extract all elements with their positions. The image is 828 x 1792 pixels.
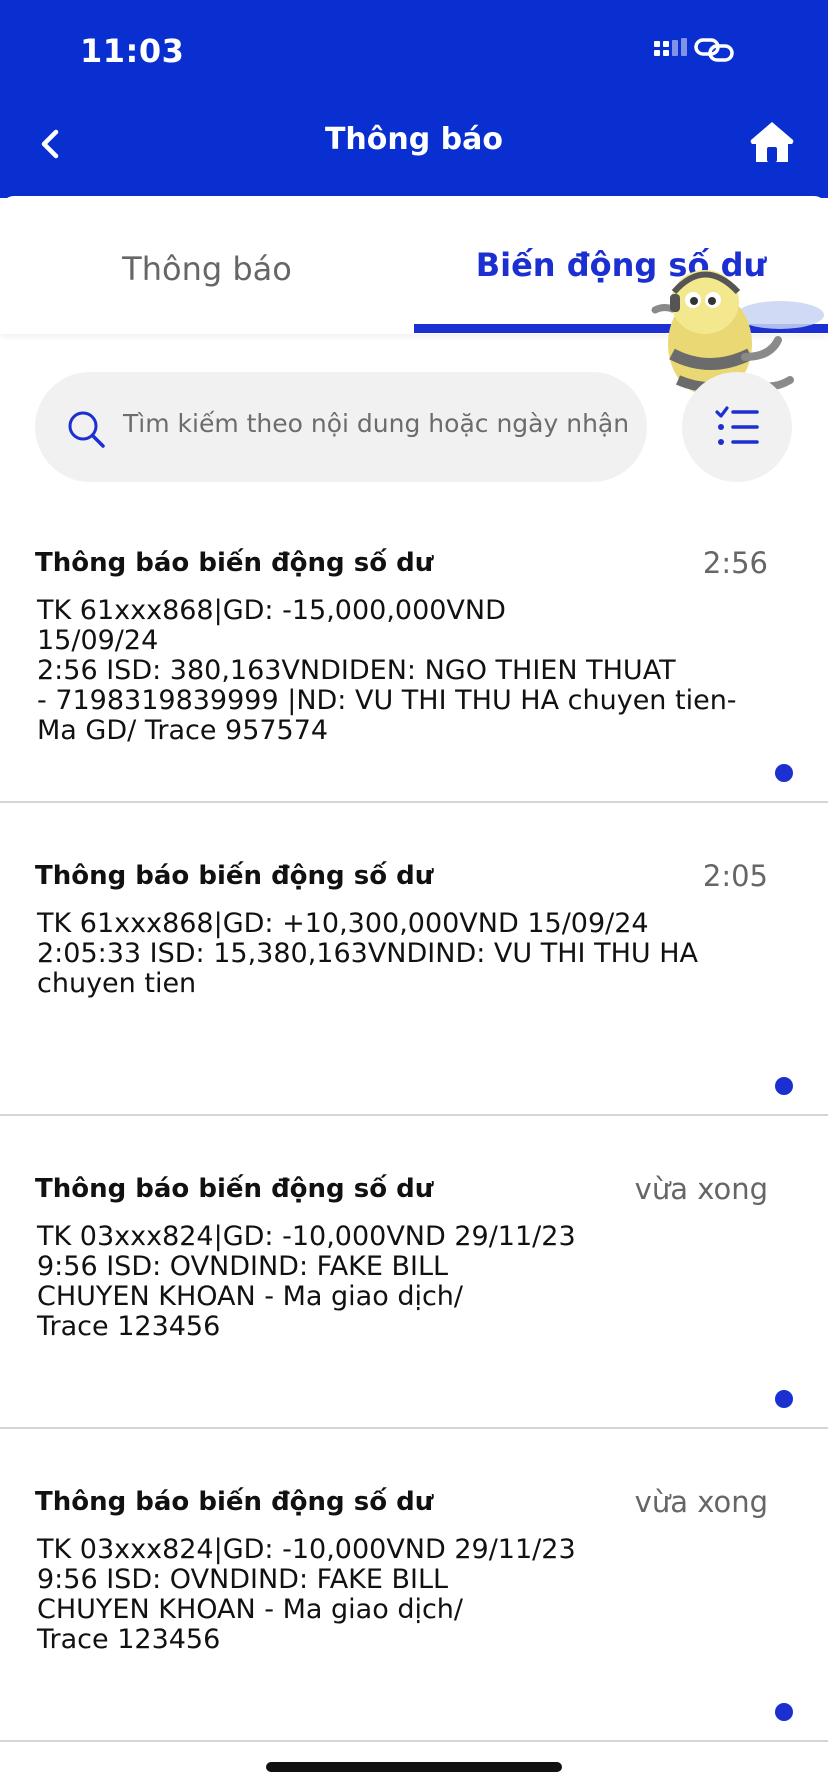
home-button[interactable] — [748, 118, 796, 166]
filter-button[interactable] — [682, 372, 792, 482]
signal-icon — [654, 38, 687, 56]
notification-title: Thông báo biến động số dư — [35, 1174, 434, 1204]
notification-time: 2:56 — [702, 546, 768, 580]
page-title: Thông báo — [324, 122, 504, 157]
notification-title: Thông báo biến động số dư — [35, 1487, 434, 1517]
unread-dot-icon — [775, 764, 793, 782]
notification-item[interactable]: Thông báo biến động số dư vừa xong TK 03… — [0, 1429, 828, 1742]
tab-label: Thông báo — [122, 250, 292, 288]
search-icon — [68, 411, 105, 448]
home-icon — [750, 122, 794, 162]
notification-body: TK 61xxx868|GD: +10,300,000VND 15/09/24 … — [37, 908, 698, 999]
notification-time: vừa xong — [634, 1485, 768, 1519]
search-placeholder: Tìm kiếm theo nội dung hoặc ngày nhận — [123, 409, 630, 438]
notification-item[interactable]: Thông báo biến động số dư vừa xong TK 03… — [0, 1116, 828, 1429]
notification-body: TK 03xxx824|GD: -10,000VND 29/11/23 9:56… — [37, 1221, 576, 1342]
search-input[interactable]: Tìm kiếm theo nội dung hoặc ngày nhận — [35, 372, 647, 482]
checklist-icon — [715, 406, 759, 445]
link-icon — [694, 38, 734, 62]
unread-dot-icon — [775, 1390, 793, 1408]
status-bar-time: 11:03 — [80, 32, 185, 70]
notification-item[interactable]: Thông báo biến động số dư 2:05 TK 61xxx8… — [0, 803, 828, 1116]
tab-notifications[interactable]: Thông báo — [0, 196, 414, 338]
unread-dot-icon — [775, 1703, 793, 1721]
notification-time: vừa xong — [634, 1172, 768, 1206]
app-header: 11:03 Thông báo — [0, 0, 828, 198]
unread-dot-icon — [775, 1077, 793, 1095]
notification-item[interactable]: Thông báo biến động số dư 2:56 TK 61xxx8… — [0, 490, 828, 803]
notification-title: Thông báo biến động số dư — [35, 548, 434, 578]
notification-time: 2:05 — [702, 859, 768, 893]
notification-body: TK 61xxx868|GD: -15,000,000VND 15/09/24 … — [37, 595, 737, 746]
home-indicator[interactable] — [266, 1762, 562, 1772]
notification-title: Thông báo biến động số dư — [35, 861, 434, 891]
notification-body: TK 03xxx824|GD: -10,000VND 29/11/23 9:56… — [37, 1534, 576, 1655]
